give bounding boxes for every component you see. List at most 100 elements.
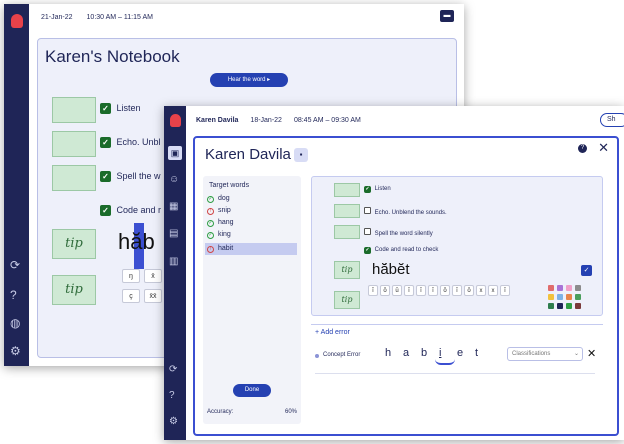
step-echo: ✓ Echo. Unbl <box>100 137 161 148</box>
key-eng[interactable]: ŋ <box>122 269 140 283</box>
notebook-window-front: ▣ ☺ ▦ ▤ ▥ ⟳ ? ⚙ Karen Davila 18-Jan-22 0… <box>164 106 624 440</box>
settings-icon[interactable]: ⚙ <box>169 416 178 427</box>
close-icon[interactable]: ✕ <box>598 140 609 156</box>
color-swatch[interactable] <box>557 285 563 291</box>
confirm-check-button[interactable]: ✓ <box>581 265 592 276</box>
tip-thumbnail-2: tip <box>334 291 360 309</box>
symbol-key[interactable]: x <box>476 285 486 296</box>
target-word-snip[interactable]: ! snip <box>207 207 297 218</box>
student-name: Karen Davila <box>205 146 291 163</box>
error-icon: ! <box>207 246 214 253</box>
student-modal: Karen Davila ▪ ? ✕ Target words ✓ dog ! … <box>193 136 619 436</box>
accuracy-value: 60% <box>284 409 297 415</box>
color-swatch[interactable] <box>548 285 554 291</box>
color-swatch[interactable] <box>566 303 572 309</box>
checklist-icon[interactable]: ⟳ <box>169 364 177 375</box>
divider <box>315 373 595 374</box>
help-icon[interactable]: ? <box>578 144 587 153</box>
error-panel: + Add error Concept Error habi et Classif… <box>311 324 603 424</box>
lock-icon[interactable]: ▪ <box>294 148 308 162</box>
error-letter[interactable]: h <box>385 347 391 359</box>
symbol-key[interactable]: ĭ <box>452 285 462 296</box>
remove-error-icon[interactable]: ✕ <box>587 347 596 360</box>
top-bar: Karen Davila 18-Jan-22 08:45 AM – 09:30 … <box>186 106 624 134</box>
hear-word-button[interactable]: Hear the word ▸ <box>210 73 288 87</box>
accuracy-label: Accuracy: <box>207 409 234 415</box>
settings-icon[interactable]: ⚙ <box>10 344 21 358</box>
report-icon[interactable]: ▤ <box>169 228 178 239</box>
checklist-icon[interactable]: ⟳ <box>10 258 20 272</box>
tip-thumbnail-1: tip <box>52 229 96 259</box>
key-cedilla[interactable]: ç <box>122 289 140 303</box>
target-word-habit[interactable]: ! habit <box>205 243 297 255</box>
done-button[interactable]: Done <box>233 384 271 397</box>
symbol-key[interactable]: ĭ <box>368 285 378 296</box>
check-icon[interactable]: ✓ <box>364 186 371 193</box>
symbol-key[interactable]: ŏ <box>440 285 450 296</box>
error-letter[interactable]: e <box>457 347 463 359</box>
symbol-key[interactable]: x <box>488 285 498 296</box>
folder-icon[interactable]: ▥ <box>169 256 178 267</box>
help-icon[interactable]: ? <box>10 288 17 302</box>
help-icon[interactable]: ? <box>169 390 175 401</box>
check-icon[interactable]: ✓ <box>100 171 111 182</box>
key-xbar[interactable]: x̄ <box>144 269 162 283</box>
calendar-icon[interactable]: ▦ <box>169 201 178 212</box>
error-icon: ! <box>207 208 214 215</box>
symbol-key[interactable]: ĭ <box>500 285 510 296</box>
step-listen: ✓ Listen <box>364 186 391 193</box>
notebook-icon[interactable]: ▣ <box>168 146 182 160</box>
students-icon[interactable]: ☺ <box>169 174 179 185</box>
color-swatch[interactable] <box>575 294 581 300</box>
check-icon[interactable]: ✓ <box>364 247 371 254</box>
spell-thumbnail <box>52 165 96 191</box>
symbol-key[interactable]: ĭ <box>428 285 438 296</box>
color-swatch[interactable] <box>575 285 581 291</box>
checkbox[interactable] <box>364 207 371 214</box>
symbol-key[interactable]: ŭ <box>392 285 402 296</box>
symbol-keyboard: ĭŏŭĭĭĭŏĭŏxxĭ <box>368 285 538 297</box>
checkbox[interactable] <box>364 228 371 235</box>
color-swatch[interactable] <box>575 303 581 309</box>
notebook-title: Karen's Notebook <box>45 47 180 66</box>
color-swatch[interactable] <box>548 294 554 300</box>
step-listen: ✓ Listen <box>100 103 141 114</box>
echo-thumbnail <box>334 204 360 218</box>
error-letter[interactable]: t <box>475 347 478 359</box>
tip-thumbnail-1: tip <box>334 261 360 279</box>
color-swatch[interactable] <box>548 303 554 309</box>
symbol-key[interactable]: ĭ <box>404 285 414 296</box>
symbol-key[interactable]: ŏ <box>464 285 474 296</box>
check-icon[interactable]: ✓ <box>100 137 111 148</box>
target-word-dog[interactable]: ✓ dog <box>207 195 297 206</box>
chevron-down-icon: ⌄ <box>573 351 579 357</box>
key-xx[interactable]: x̄x̄ <box>144 289 162 303</box>
target-word-king[interactable]: ✓ king <box>207 231 297 242</box>
error-letter[interactable]: b <box>421 347 427 359</box>
target-words-panel: Target words ✓ dog ! snip ✓ hang ✓ king … <box>203 176 301 424</box>
target-words-heading: Target words <box>209 182 250 189</box>
color-swatch[interactable] <box>557 294 563 300</box>
classifications-select[interactable]: Classifications ⌄ <box>507 347 583 361</box>
session-date: 21-Jan-22 <box>41 13 73 21</box>
session-date: 18-Jan-22 <box>250 116 282 124</box>
globe-icon[interactable]: ◍ <box>10 316 20 330</box>
add-error-button[interactable]: + Add error <box>315 329 350 336</box>
share-button[interactable]: Sh <box>600 113 624 127</box>
check-icon[interactable]: ✓ <box>100 103 111 114</box>
color-swatch[interactable] <box>566 294 572 300</box>
check-icon[interactable]: ✓ <box>100 205 111 216</box>
symbol-key[interactable]: ŏ <box>380 285 390 296</box>
ok-icon: ✓ <box>207 196 214 203</box>
app-logo <box>11 14 23 28</box>
target-word-hang[interactable]: ✓ hang <box>207 219 297 230</box>
symbol-key[interactable]: ĭ <box>416 285 426 296</box>
color-swatch[interactable] <box>566 285 572 291</box>
error-letter[interactable]: a <box>403 347 409 359</box>
app-sidebar: ▣ ☺ ▦ ▤ ▥ ⟳ ? ⚙ <box>164 106 186 440</box>
color-swatch[interactable] <box>557 303 563 309</box>
chat-icon[interactable]: ▬ <box>440 10 454 22</box>
coded-word: hă̆bĕt <box>372 261 410 278</box>
error-letter[interactable]: i <box>439 347 441 359</box>
step-code: ✓ Code and r <box>100 205 161 216</box>
